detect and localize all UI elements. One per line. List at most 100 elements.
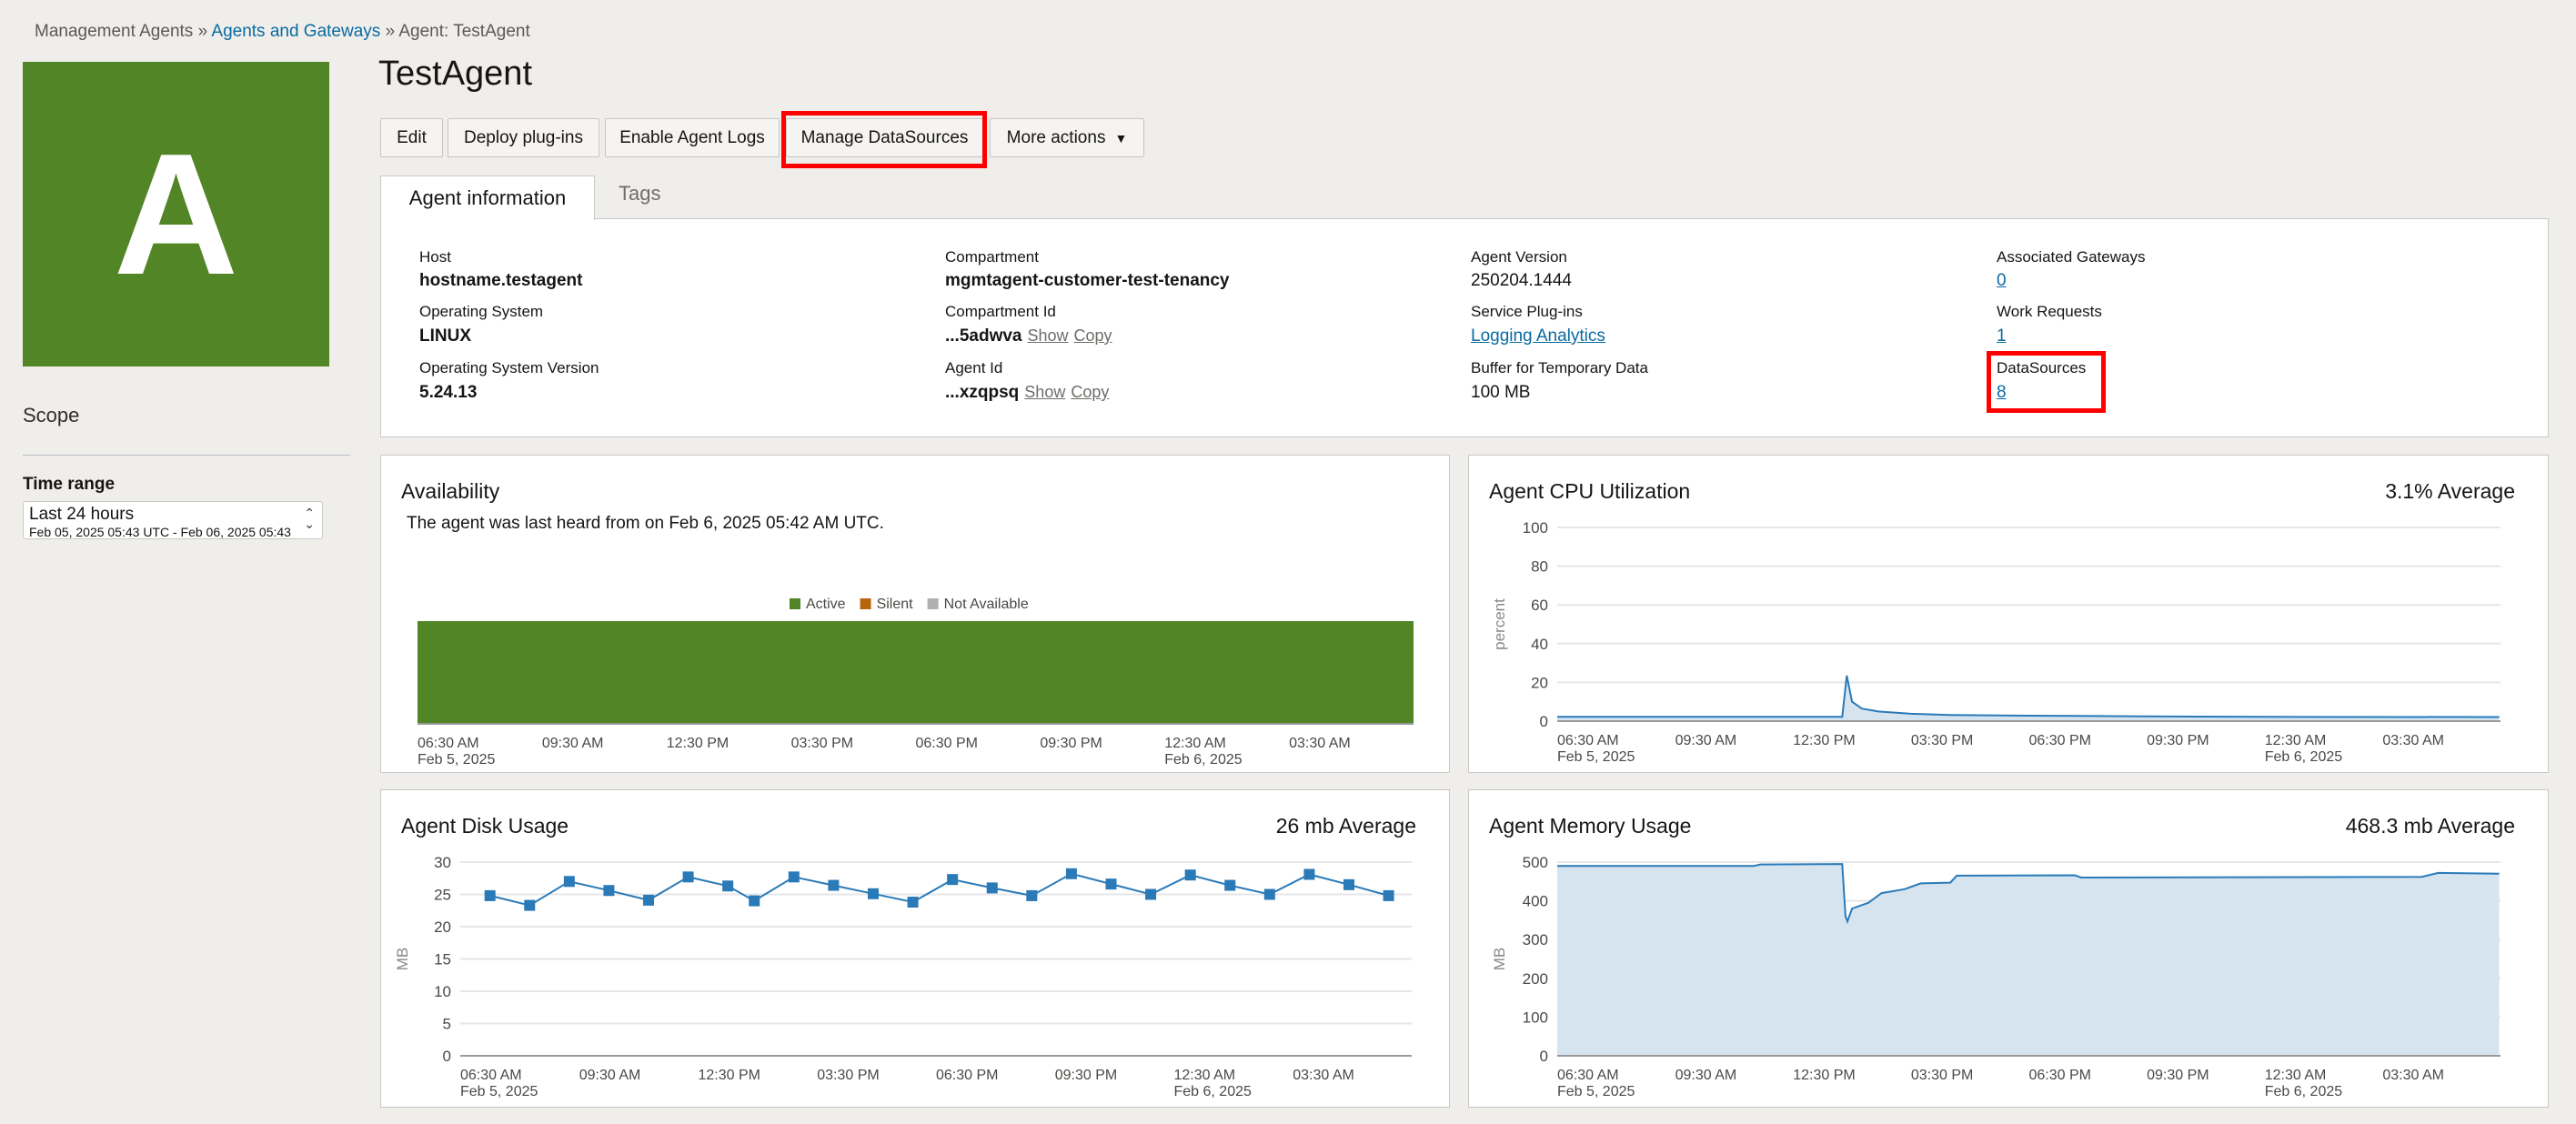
x-tick-label: 12:30 PM (667, 736, 729, 751)
compartment-id-show-link[interactable]: Show (1028, 326, 1069, 345)
x-tick-sublabel: Feb 6, 2025 (1164, 752, 1243, 768)
tab-tags[interactable]: Tags (619, 182, 660, 206)
scope-heading: Scope (23, 404, 80, 427)
data-point (722, 880, 734, 892)
enable-agent-logs-button[interactable]: Enable Agent Logs (605, 118, 780, 157)
x-tick-label: 09:30 PM (1040, 736, 1102, 751)
cpu-panel: Agent CPU Utilization 3.1% Average 06:30… (1468, 455, 2549, 773)
agent-id-label: Agent Id (945, 359, 1003, 376)
deploy-plugins-button[interactable]: Deploy plug-ins (448, 118, 599, 157)
tab-agent-information[interactable]: Agent information (380, 176, 595, 220)
x-tick-label: 03:30 PM (1911, 733, 1973, 748)
data-point (986, 882, 998, 894)
y-tick-label: 300 (1523, 931, 1548, 948)
x-tick-sublabel: Feb 5, 2025 (1557, 1084, 1635, 1099)
compartment-id-label: Compartment Id (945, 303, 1056, 320)
work-requests-label: Work Requests (1997, 303, 2102, 320)
data-point (788, 871, 800, 883)
disk-chart: 06:30 AMFeb 5, 2025 09:30 AM 12:30 PM 03:30… (394, 854, 1412, 1099)
x-tick-label: 09:30 AM (542, 736, 604, 751)
agent-avatar: A (23, 62, 329, 366)
os-label: Operating System (419, 303, 544, 320)
agent-version-value: 250204.1444 (1471, 271, 1572, 290)
agent-version-label: Agent Version (1471, 248, 1567, 266)
data-point (1343, 878, 1354, 890)
x-tick-label: 12:30 AM (1174, 1068, 1236, 1083)
x-tick-label: 12:30 AM (2265, 1068, 2327, 1083)
x-tick-label: 06:30 PM (2029, 733, 2091, 748)
legend-swatch-silent (860, 598, 871, 609)
y-tick-label: 200 (1523, 970, 1548, 988)
compartment-id-copy-link[interactable]: Copy (1074, 326, 1112, 345)
x-tick-label: 03:30 AM (2382, 733, 2444, 748)
associated-gateways-link[interactable]: 0 (1997, 271, 2007, 291)
sidebar-divider (23, 455, 350, 456)
y-tick-label: 15 (434, 951, 451, 968)
buffer-value: 100 MB (1471, 383, 1531, 402)
up-down-chevron-icon: ⌃ ⌄ (304, 506, 315, 531)
cpu-chart: 06:30 AMFeb 5, 2025 09:30 AM 12:30 PM 03:30… (1491, 519, 2501, 765)
edit-button[interactable]: Edit (380, 118, 443, 157)
availability-chart: 06:30 AMFeb 5, 2025 09:30 AM 12:30 PM 03:30… (418, 597, 1414, 768)
x-tick-label: 09:30 AM (579, 1068, 641, 1083)
more-actions-label: More actions (1006, 127, 1106, 147)
breadcrumb-agents-and-gateways[interactable]: Agents and Gateways (211, 22, 380, 41)
data-point (484, 889, 496, 901)
x-tick-sublabel: Feb 5, 2025 (418, 752, 496, 768)
x-tick-label: 03:30 PM (1911, 1068, 1973, 1083)
y-tick-label: 100 (1523, 519, 1548, 537)
x-tick-label: 03:30 AM (2382, 1068, 2444, 1083)
agent-id-value: ...xzqpsq Show Copy (945, 383, 1109, 403)
memory-panel: Agent Memory Usage 468.3 mb Average 06:3… (1468, 789, 2549, 1108)
breadcrumb-separator: » (197, 22, 208, 41)
data-point (1303, 868, 1315, 880)
breadcrumb-management-agents[interactable]: Management Agents (35, 22, 193, 41)
legend-label: Silent (877, 597, 914, 612)
time-range-select[interactable]: Last 24 hours Feb 05, 2025 05:43 UTC - F… (23, 501, 323, 539)
x-tick-label: 06:30 AM (460, 1068, 522, 1083)
avatar-letter: A (113, 117, 239, 311)
agent-id-copy-link[interactable]: Copy (1071, 383, 1109, 401)
y-tick-label: 20 (1531, 674, 1548, 691)
agent-information-panel: Host hostname.testagent Operating System… (380, 218, 2549, 437)
y-tick-label: 0 (443, 1048, 451, 1065)
x-tick-label: 06:30 PM (916, 736, 978, 751)
data-point (1065, 868, 1077, 879)
x-tick-sublabel: Feb 6, 2025 (2265, 749, 2343, 765)
os-version-value: 5.24.13 (419, 383, 478, 402)
host-label: Host (419, 248, 451, 266)
service-plugins-link[interactable]: Logging Analytics (1471, 326, 1605, 346)
legend-swatch-not-available (927, 598, 939, 609)
work-requests-link[interactable]: 1 (1997, 326, 2007, 346)
x-tick-label: 09:30 AM (1675, 1068, 1737, 1083)
legend-label: Not Available (944, 597, 1029, 612)
x-tick-label: 03:30 AM (1293, 1068, 1354, 1083)
more-actions-button[interactable]: More actions ▼ (990, 118, 1144, 157)
y-tick-label: 80 (1531, 558, 1548, 576)
data-point (1105, 878, 1117, 890)
x-tick-label: 06:30 PM (936, 1068, 998, 1083)
y-tick-label: 500 (1523, 854, 1548, 871)
data-point (749, 895, 760, 907)
data-point (828, 879, 840, 891)
agent-id-show-link[interactable]: Show (1024, 383, 1065, 401)
x-tick-label: 06:30 AM (1557, 733, 1619, 748)
legend-swatch-active (790, 598, 800, 609)
y-axis-label: MB (1491, 948, 1508, 971)
data-point (524, 899, 536, 911)
y-tick-label: 0 (1540, 713, 1548, 730)
x-tick-label: 09:30 PM (2147, 1068, 2209, 1083)
y-axis-label: percent (1491, 598, 1508, 650)
service-plugins-label: Service Plug-ins (1471, 303, 1583, 320)
data-point (603, 885, 615, 897)
highlight-box (781, 111, 987, 168)
data-point (682, 871, 694, 883)
x-tick-sublabel: Feb 6, 2025 (2265, 1084, 2343, 1099)
data-point (1383, 889, 1394, 901)
data-point (643, 894, 655, 906)
buffer-label: Buffer for Temporary Data (1471, 359, 1648, 376)
y-tick-label: 100 (1523, 1009, 1548, 1026)
y-tick-label: 5 (443, 1016, 451, 1033)
x-tick-label: 06:30 PM (2029, 1068, 2091, 1083)
series-area (1557, 864, 2500, 1056)
